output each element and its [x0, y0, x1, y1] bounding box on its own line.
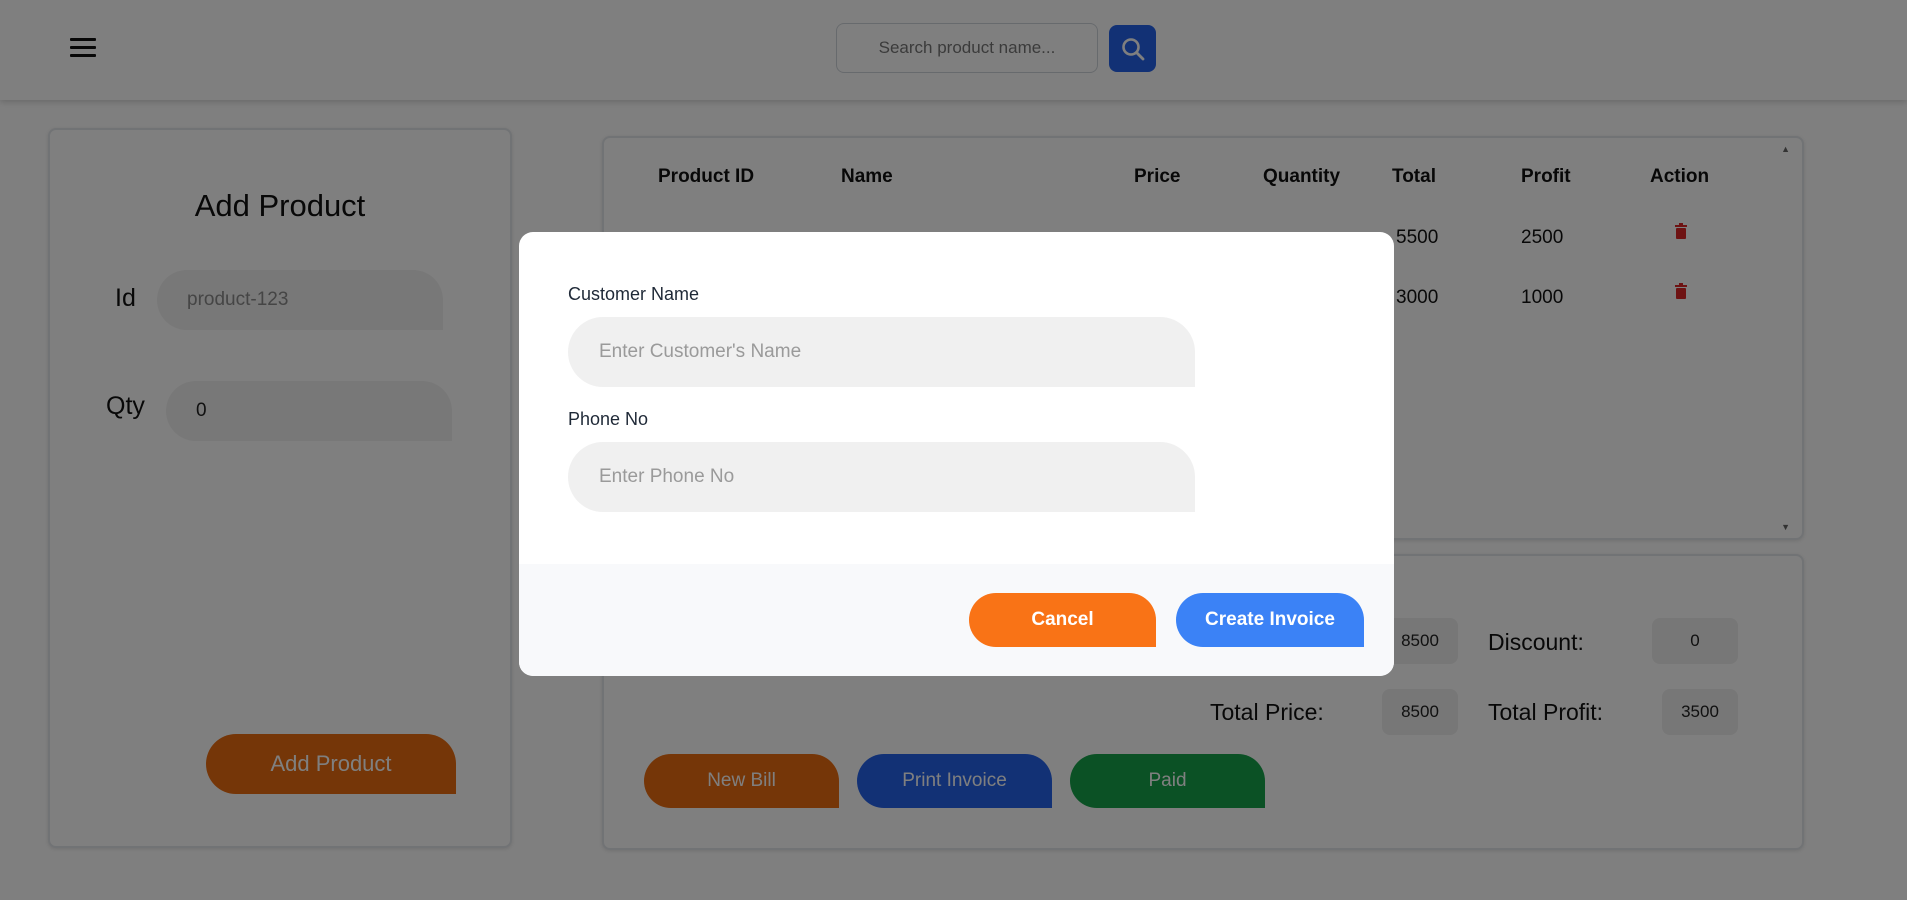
create-invoice-modal: Customer Name Phone No Cancel Create Inv…: [519, 232, 1394, 676]
cancel-button[interactable]: Cancel: [969, 593, 1156, 647]
customer-name-label: Customer Name: [568, 284, 700, 304]
modal-footer: Cancel Create Invoice: [519, 564, 1394, 676]
phone-no-input[interactable]: [568, 442, 1195, 512]
customer-name-input[interactable]: [568, 317, 1195, 387]
phone-no-label: Phone No: [568, 409, 649, 429]
create-invoice-button[interactable]: Create Invoice: [1176, 593, 1364, 647]
